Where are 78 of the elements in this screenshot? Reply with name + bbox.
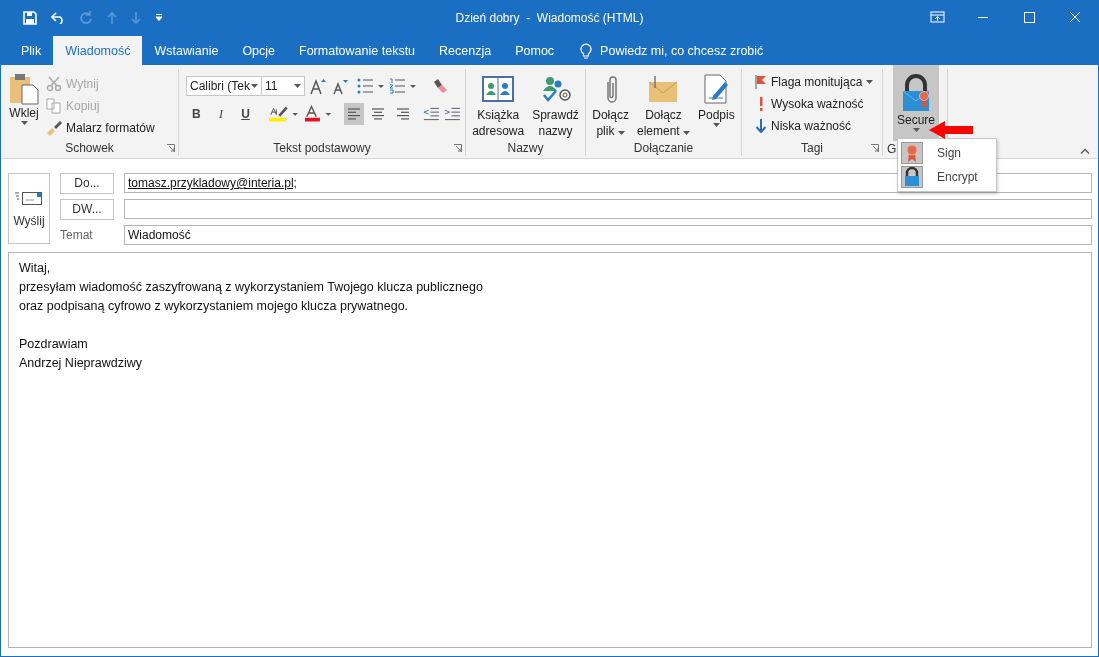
grow-font-icon[interactable]: [309, 77, 327, 95]
lock-icon: [901, 166, 923, 188]
group-label: G: [886, 141, 897, 156]
group-label: Nazwy: [507, 140, 544, 156]
caret-icon: [294, 84, 301, 88]
align-button[interactable]: [343, 103, 365, 125]
subject-label: Temat: [60, 228, 94, 242]
caret-icon: [617, 131, 625, 135]
envelope-icon: [15, 189, 43, 206]
paragraph: Witaj, przesyłam wiadomość zaszyfrowaną z wykorzystaniem Twojego klucza publicznego oraz podpisaną cyfrowo z wykorzystaniem mojego klucza prywatnego.: [19, 260, 484, 315]
collapse-ribbon-icon[interactable]: [1080, 148, 1090, 154]
dialog-launcher-icon[interactable]: [454, 144, 462, 152]
caret-icon: [251, 84, 258, 88]
dialog-launcher-icon[interactable]: [871, 144, 879, 152]
flag-icon: [755, 75, 767, 89]
to-button[interactable]: Do...: [60, 172, 114, 194]
scissors-icon: [46, 76, 62, 92]
window-title: Dzień dobry - Wiadomość (HTML): [455, 10, 644, 25]
address-book-button[interactable]: Książka adresowa: [468, 69, 529, 140]
group-label: Dołączanie: [633, 140, 694, 156]
customize-icon[interactable]: [155, 14, 163, 21]
caret-icon: [712, 123, 720, 127]
cc-button[interactable]: DW...: [60, 198, 114, 220]
lightbulb-icon: [580, 42, 593, 59]
check-names-button[interactable]: Sprawdź nazwy: [528, 69, 583, 140]
ribbon-tab[interactable]: Pomoc: [503, 36, 567, 65]
caret-icon: [912, 128, 920, 132]
caret-icon: [866, 80, 874, 84]
tell-me-field[interactable]: Powiedz mi, co chcesz zrobić: [600, 43, 764, 58]
importance-button[interactable]: Niska ważność: [752, 115, 878, 137]
group-label: Schowek: [65, 140, 114, 156]
signature-button[interactable]: Podpis: [694, 69, 739, 140]
ribbon-seal-icon: [901, 142, 923, 164]
attach-item-button[interactable]: Dołącz element: [632, 69, 694, 140]
italic-button[interactable]: I: [210, 103, 232, 125]
address-book-icon: [482, 75, 515, 103]
font-size-field[interactable]: 11: [261, 76, 305, 96]
importance-button[interactable]: Wysoka ważność: [752, 93, 878, 115]
decrease-indent-icon[interactable]: [423, 107, 441, 121]
copy-icon: [46, 98, 62, 114]
increase-indent-icon[interactable]: [444, 107, 462, 121]
ribbon-tab[interactable]: Wstawianie: [142, 36, 231, 65]
paragraph: Pozdrawiam Andrzej Nieprawdziwy: [19, 336, 143, 372]
clipboard-icon: [9, 73, 39, 105]
dialog-launcher-icon[interactable]: [167, 144, 175, 152]
paste-button[interactable]: Wklej: [5, 69, 43, 140]
save-icon[interactable]: [23, 10, 37, 25]
paintbrush-icon: [46, 120, 62, 136]
secure-button[interactable]: Secure: [893, 65, 940, 141]
group-label: Tekst podstawowy: [273, 140, 371, 156]
menu-item[interactable]: Sign: [898, 141, 996, 165]
group-label: Tagi: [801, 140, 823, 156]
follow-up-button[interactable]: Flaga monitująca: [752, 71, 878, 93]
font-name-field[interactable]: Calibri (Tek: [186, 76, 262, 96]
ribbon-tab[interactable]: Opcje: [230, 36, 288, 65]
attach-file-button[interactable]: Dołącz plik: [588, 69, 633, 140]
send-button[interactable]: Wyślij: [8, 173, 50, 244]
ribbon-tab[interactable]: Plik: [9, 36, 54, 65]
ribbon-tab[interactable]: Formatowanie tekstu: [287, 36, 428, 65]
painter-button[interactable]: Malarz formatów: [43, 117, 158, 139]
undo-icon[interactable]: [51, 11, 65, 24]
bold-button[interactable]: B: [186, 103, 207, 125]
ribbon-tab[interactable]: Recenzja: [427, 36, 504, 65]
numbering-icon[interactable]: [389, 78, 417, 94]
highlight-icon[interactable]: [267, 105, 300, 123]
shrink-font-icon[interactable]: [331, 77, 349, 95]
subject-field[interactable]: Wiadomość: [124, 225, 1092, 245]
caret-icon: [20, 121, 28, 125]
cc-field[interactable]: [124, 199, 1092, 219]
font-color-icon[interactable]: [303, 105, 334, 123]
underline-button[interactable]: U: [235, 103, 256, 125]
caret-icon: [683, 131, 690, 135]
down-arrow-icon: [755, 119, 767, 133]
ribbon-tab[interactable]: Wiadomość: [53, 36, 143, 65]
bullets-icon[interactable]: [357, 78, 385, 94]
eraser-icon[interactable]: [431, 78, 449, 94]
envelope-clip-icon: [647, 74, 680, 104]
message-body[interactable]: Witaj, przesyłam wiadomość zaszyfrowaną z wykorzystaniem Twojego klucza publicznego oraz podpisaną cyfrowo z wykorzystaniem mojego klucza prywatnego. Pozdrawiam Andrzej Nieprawdziwy: [8, 252, 1092, 648]
